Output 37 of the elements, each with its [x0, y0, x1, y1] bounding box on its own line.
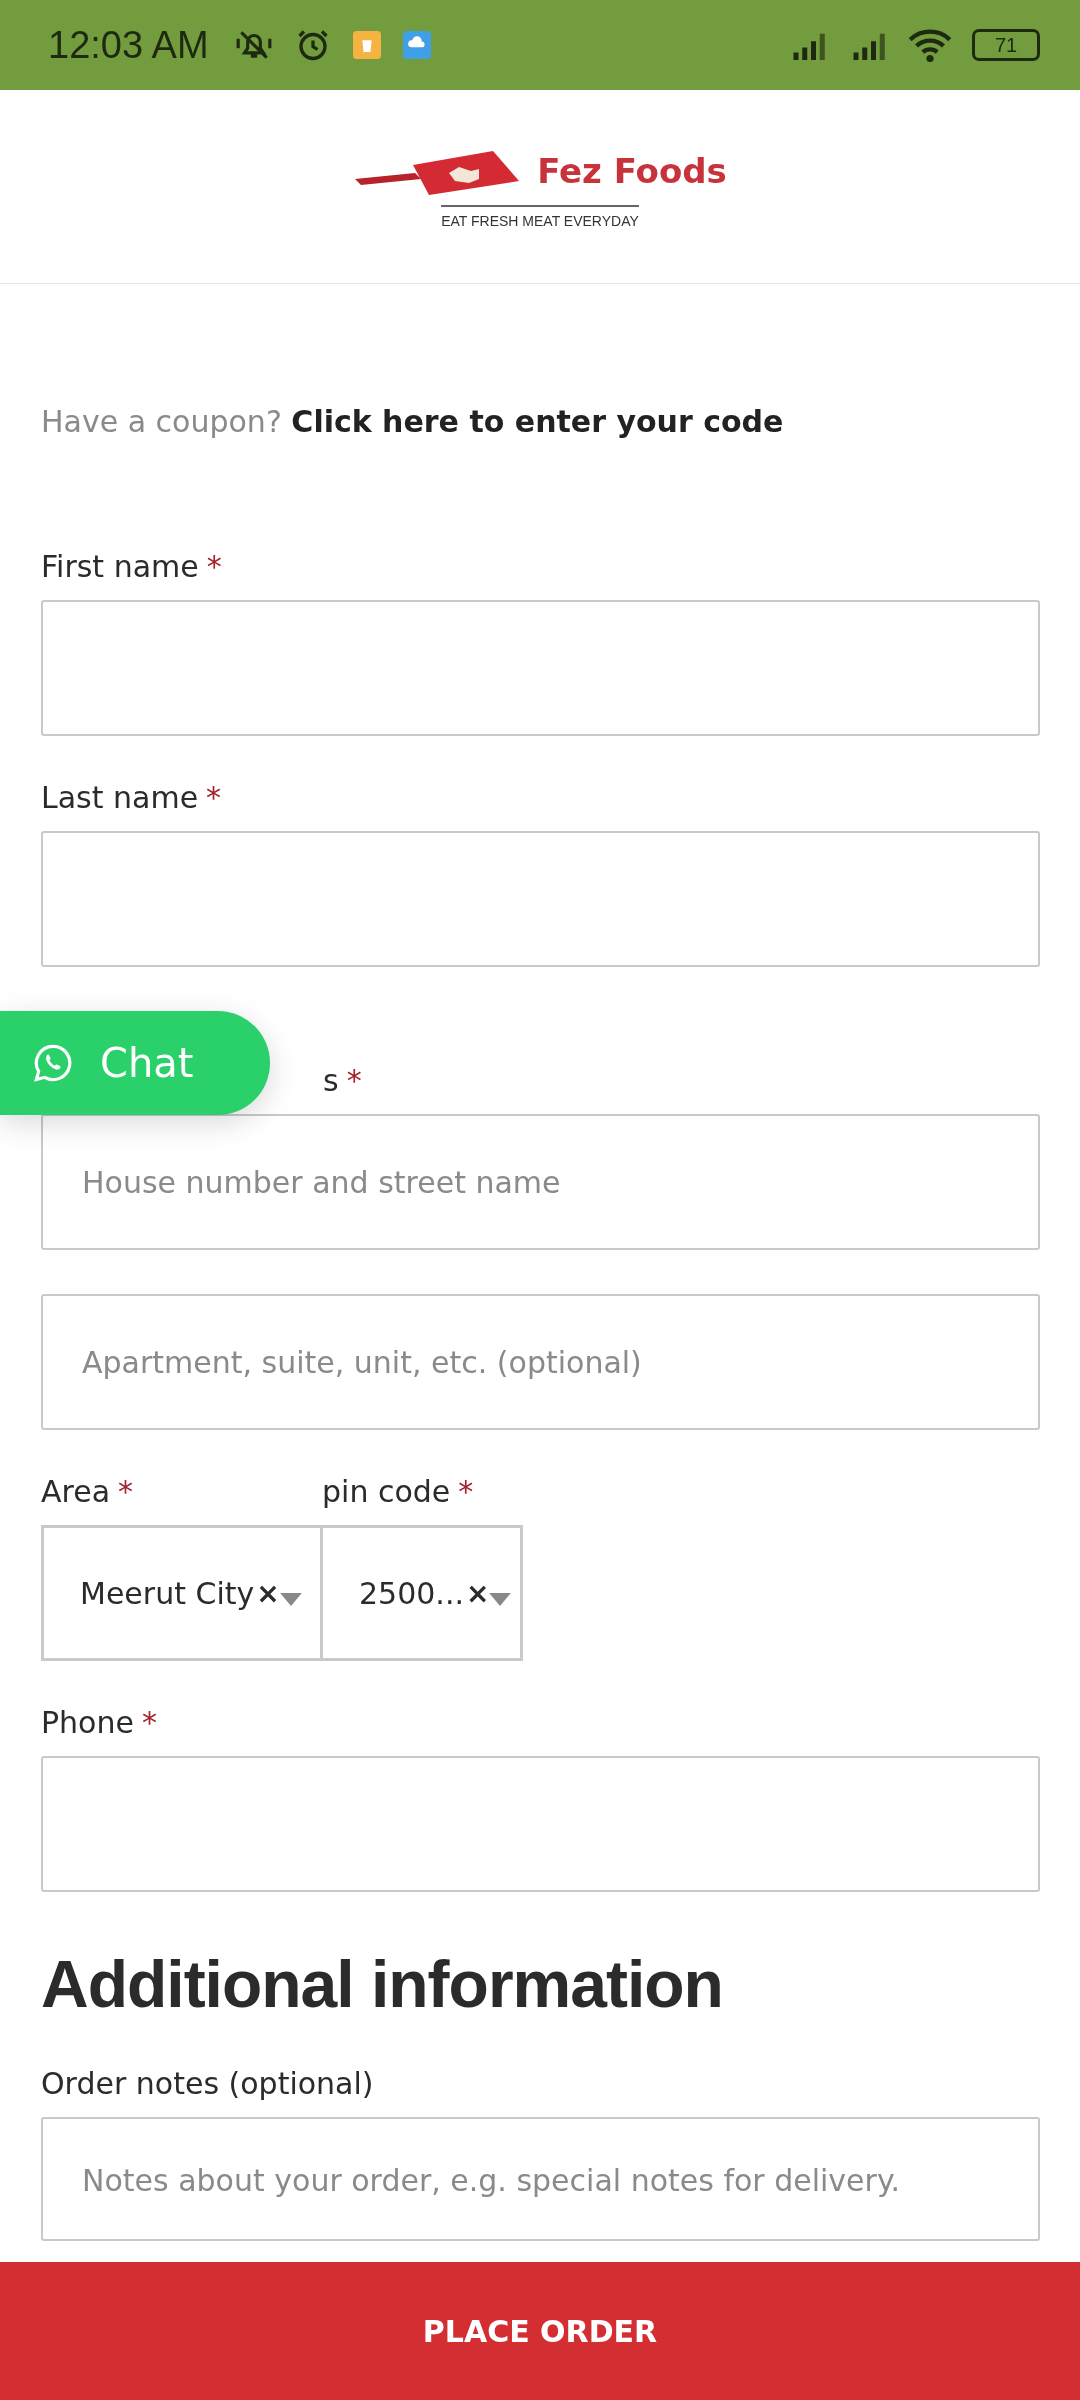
brand-name: Fez Foods — [537, 150, 727, 191]
required-mark: * — [458, 1474, 474, 1509]
section-heading: Additional information — [41, 1946, 724, 2022]
input-field[interactable] — [41, 600, 1040, 736]
input-field[interactable]: Apartment, suite, unit, etc. (optional) — [41, 1294, 1040, 1430]
input-field[interactable]: House number and street name — [41, 1114, 1040, 1250]
required-mark: * — [141, 1705, 157, 1740]
caret-icon — [489, 1592, 512, 1606]
clear-icon[interactable]: × — [465, 1576, 490, 1610]
field-label: Area — [41, 1474, 111, 1509]
clock-time: 12:03 AM — [48, 23, 209, 67]
input-field[interactable] — [41, 831, 1040, 967]
field-label: pin code — [322, 1474, 451, 1509]
required-mark: * — [118, 1474, 134, 1509]
trash-app-icon — [352, 31, 381, 59]
required-mark: * — [346, 1063, 362, 1098]
input-field[interactable] — [41, 1756, 1040, 1892]
field-label: Order notes (optional) — [41, 2066, 374, 2101]
select-field[interactable]: 2500...× — [322, 1525, 523, 1661]
whatsapp-icon — [32, 1042, 74, 1084]
field-label: First name — [41, 549, 199, 584]
clear-icon[interactable]: × — [256, 1576, 280, 1610]
wifi-icon — [908, 27, 952, 63]
required-mark: * — [206, 780, 222, 815]
notes-field[interactable]: Notes about your order, e.g. special notes for delivery. — [41, 2117, 1040, 2241]
field-label: Phone — [41, 1705, 134, 1740]
field-label: Last name — [41, 780, 199, 815]
required-mark: * — [206, 549, 222, 584]
brand-tagline: EAT FRESH MEAT EVERYDAY — [441, 204, 639, 229]
coupon-prompt: Have a coupon? — [41, 404, 282, 439]
cloud-app-icon — [402, 31, 431, 59]
field-label: s — [323, 1063, 339, 1098]
coupon-link[interactable]: Click here to enter your code — [291, 404, 784, 439]
caret-icon — [279, 1592, 302, 1606]
battery-icon: 71 — [972, 29, 1040, 61]
select-field[interactable]: Meerut City× — [41, 1525, 322, 1661]
place-order-button[interactable]: PLACE ORDER — [0, 2262, 1080, 2400]
